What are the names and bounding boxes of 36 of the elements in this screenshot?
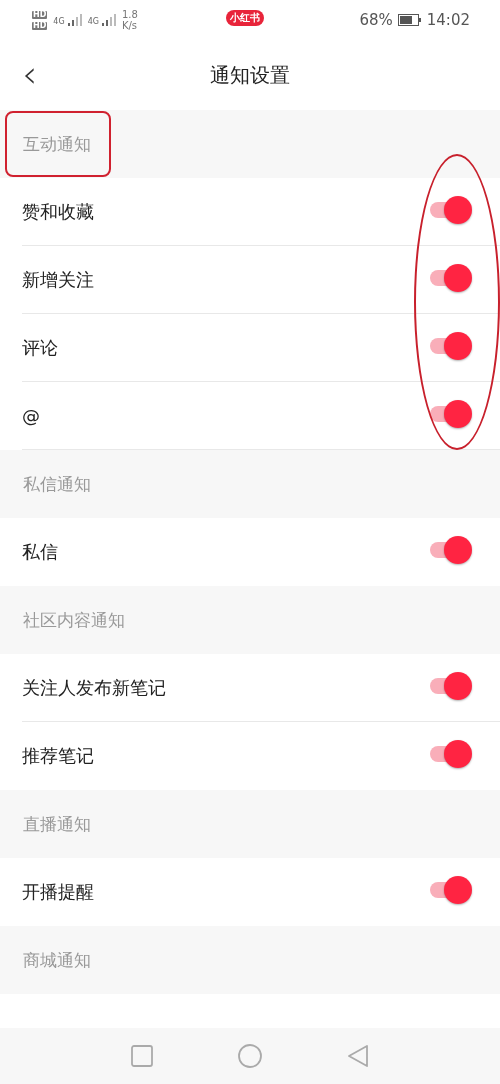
toggle-switch[interactable] bbox=[428, 740, 472, 768]
network-speed: 1.8 bbox=[121, 9, 138, 20]
toggle-switch[interactable] bbox=[428, 195, 472, 224]
section-header: 社区内容通知 bbox=[23, 608, 125, 632]
square-nav-icon[interactable] bbox=[131, 1045, 153, 1067]
clock: 14:02 bbox=[426, 11, 470, 29]
toggle-switch[interactable] bbox=[428, 876, 472, 904]
network-label: 4G bbox=[87, 17, 99, 26]
battery-percent: 68% bbox=[359, 11, 393, 29]
signal-icon bbox=[101, 14, 116, 26]
toggle-switch[interactable] bbox=[428, 399, 472, 428]
setting-label: 推荐笔记 bbox=[22, 744, 94, 768]
back-nav-icon[interactable] bbox=[347, 1044, 369, 1068]
section-header: 直播通知 bbox=[23, 812, 91, 836]
toggle-switch[interactable] bbox=[428, 671, 472, 700]
section-header: 互动通知 bbox=[7, 113, 109, 175]
back-button[interactable]: ‹ bbox=[18, 54, 42, 94]
page-title: 通知设置 bbox=[210, 61, 290, 89]
toggle-switch[interactable] bbox=[428, 536, 472, 564]
section-header: 私信通知 bbox=[23, 472, 91, 496]
toggle-switch[interactable] bbox=[428, 331, 472, 360]
setting-label: 私信 bbox=[22, 540, 58, 564]
speed-unit: K/s bbox=[121, 20, 138, 31]
setting-label: @ bbox=[22, 405, 40, 426]
setting-label: 新增关注 bbox=[22, 267, 94, 292]
setting-label: 评论 bbox=[22, 335, 58, 360]
battery-icon bbox=[397, 14, 422, 26]
network-label: 4G bbox=[53, 17, 65, 26]
signal-icon bbox=[67, 14, 82, 26]
section-header: 商城通知 bbox=[23, 948, 91, 972]
setting-label: 赞和收藏 bbox=[22, 199, 94, 224]
app-badge: 小红书 bbox=[226, 10, 264, 26]
toggle-switch[interactable] bbox=[428, 263, 472, 292]
circle-nav-icon[interactable] bbox=[238, 1044, 262, 1068]
setting-label: 开播提醒 bbox=[22, 880, 94, 904]
setting-label: 关注人发布新笔记 bbox=[22, 675, 166, 700]
